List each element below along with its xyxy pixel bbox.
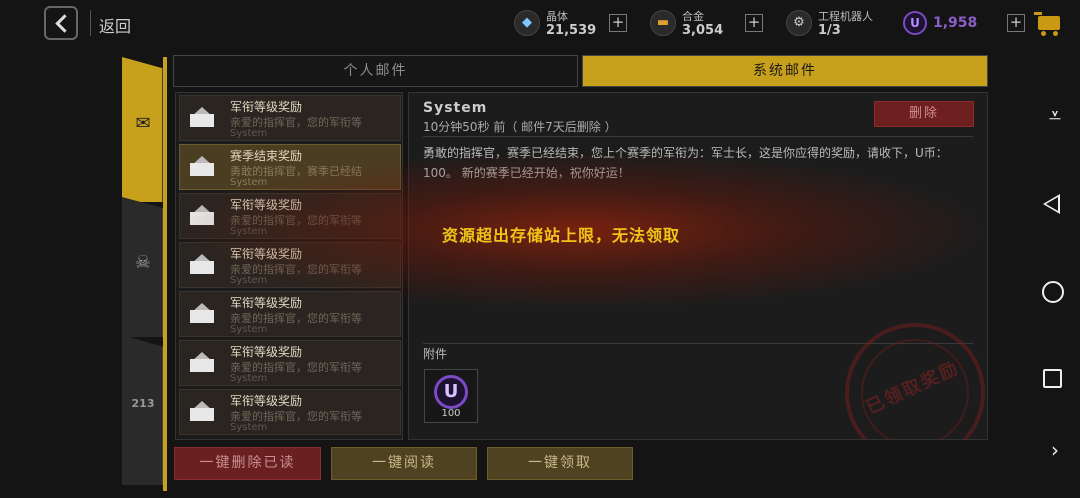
- side-tabs: ✉ ☠ 213: [122, 57, 166, 487]
- delete-read-button[interactable]: 一键删除已读: [174, 447, 321, 480]
- envelope-icon: [188, 155, 216, 177]
- read-all-button[interactable]: 一键阅读: [331, 447, 477, 480]
- envelope-icon: [188, 204, 216, 226]
- mail-list[interactable]: 军衔等级奖励 亲爱的指挥官，您的军衔等 System 赛季结束奖励 勇敢的指挥官…: [175, 92, 403, 440]
- resource-alloy: ▬ 合金 3,054: [650, 6, 740, 42]
- list-item[interactable]: 军衔等级奖励 亲爱的指挥官，您的军衔等 System: [179, 95, 401, 141]
- mail-title: 军衔等级奖励: [230, 296, 303, 310]
- list-item[interactable]: 军衔等级奖励 亲爱的指挥官，您的军衔等 System: [179, 389, 401, 435]
- mail-sender: System: [230, 373, 268, 384]
- toast-message: 资源超出存储站上限，无法领取: [442, 226, 681, 245]
- mail-icon: ✉: [135, 113, 151, 134]
- list-item[interactable]: 军衔等级奖励 亲爱的指挥官，您的军衔等 System: [179, 193, 401, 239]
- resource-name: 晶体: [546, 10, 568, 23]
- side-tab-ranking[interactable]: 213: [122, 335, 164, 485]
- detail-sender: System: [423, 100, 488, 116]
- mail-sender: System: [230, 422, 268, 433]
- detail-time: 10分钟50秒 前（ 邮件7天后删除 ）: [423, 120, 617, 134]
- nav-recents-icon[interactable]: [1043, 369, 1062, 388]
- robot-icon: ⚙: [786, 10, 812, 36]
- delete-button[interactable]: 删除: [874, 101, 974, 127]
- envelope-icon: [188, 253, 216, 275]
- side-tab-combat[interactable]: ☠: [122, 197, 164, 337]
- mail-title: 赛季结束奖励: [230, 149, 303, 163]
- mail-sender: System: [230, 324, 268, 335]
- claim-all-button[interactable]: 一键领取: [487, 447, 633, 480]
- crossed-skull-icon: ☠: [134, 252, 152, 273]
- back-label[interactable]: 返回: [99, 13, 131, 37]
- detail-body: 勇敢的指挥官，赛季已经结束，您上个赛季的军衔为：军士长，这是你应得的奖励，请收下…: [423, 146, 948, 180]
- resource-value: 21,539: [546, 23, 597, 38]
- mail-sender: System: [230, 226, 268, 237]
- resource-value: 3,054: [682, 23, 724, 38]
- collapse-menu-icon[interactable]: ⩡: [1040, 102, 1070, 132]
- add-crystal-button[interactable]: +: [609, 14, 627, 32]
- tab-personal-mail[interactable]: 个人邮件: [173, 55, 578, 87]
- mail-sender: System: [230, 275, 268, 286]
- envelope-icon: [188, 400, 216, 422]
- envelope-icon: [188, 106, 216, 128]
- attachment-label: 附件: [423, 347, 448, 361]
- resource-name: 工程机器人: [818, 10, 873, 23]
- divider: [423, 136, 973, 137]
- top-bar: 返回 ◆ 晶体 21,539 + ▬ 合金 3,054 + ⚙ 工程机器人 1/…: [0, 0, 1025, 48]
- system-nav-bar: ⩡ ›: [1030, 0, 1080, 498]
- side-tab-mail[interactable]: ✉: [122, 57, 164, 202]
- nav-back-icon[interactable]: [1043, 194, 1060, 214]
- envelope-icon: [188, 302, 216, 324]
- add-u-coin-button[interactable]: +: [1007, 14, 1025, 32]
- resource-name: 合金: [682, 10, 704, 23]
- u-coin-icon: U: [903, 11, 927, 35]
- side-rail: [163, 57, 167, 491]
- mail-sender: System: [230, 128, 268, 139]
- attachment-item[interactable]: U 100: [424, 369, 478, 423]
- mail-tabs: 个人邮件 系统邮件: [173, 55, 988, 87]
- u-coin-value: 1,958: [933, 15, 978, 31]
- resource-crystal: ◆ 晶体 21,539: [514, 6, 614, 42]
- claimed-stamp: 已领取奖励: [821, 299, 987, 439]
- crystal-icon: ◆: [514, 10, 540, 36]
- ranking-podium-icon: 213: [131, 397, 155, 410]
- mail-title: 军衔等级奖励: [230, 198, 303, 212]
- envelope-icon: [188, 351, 216, 373]
- add-alloy-button[interactable]: +: [745, 14, 763, 32]
- mail-title: 军衔等级奖励: [230, 247, 303, 261]
- mail-title: 军衔等级奖励: [230, 100, 303, 114]
- resource-value: 1/3: [818, 23, 841, 38]
- attachment-quantity: 100: [441, 408, 461, 419]
- mail-detail: System 10分钟50秒 前（ 邮件7天后删除 ） 删除 勇敢的指挥官，赛季…: [408, 92, 988, 440]
- tab-system-mail[interactable]: 系统邮件: [582, 55, 988, 87]
- u-coin-icon: U: [434, 375, 468, 409]
- mail-title: 军衔等级奖励: [230, 394, 303, 408]
- divider: [90, 10, 91, 36]
- mail-title: 军衔等级奖励: [230, 345, 303, 359]
- list-item[interactable]: 军衔等级奖励 亲爱的指挥官，您的军衔等 System: [179, 291, 401, 337]
- list-item[interactable]: 军衔等级奖励 亲爱的指挥官，您的军衔等 System: [179, 340, 401, 386]
- mail-sender: System: [230, 177, 268, 188]
- back-button[interactable]: [44, 6, 78, 40]
- chevron-right-icon[interactable]: ›: [1040, 435, 1070, 465]
- resource-robot: ⚙ 工程机器人 1/3: [786, 6, 886, 42]
- list-item[interactable]: 赛季结束奖励 勇敢的指挥官，赛季已经结 System: [179, 144, 401, 190]
- nav-home-icon[interactable]: [1042, 281, 1064, 303]
- list-item[interactable]: 军衔等级奖励 亲爱的指挥官，您的军衔等 System: [179, 242, 401, 288]
- alloy-icon: ▬: [650, 10, 676, 36]
